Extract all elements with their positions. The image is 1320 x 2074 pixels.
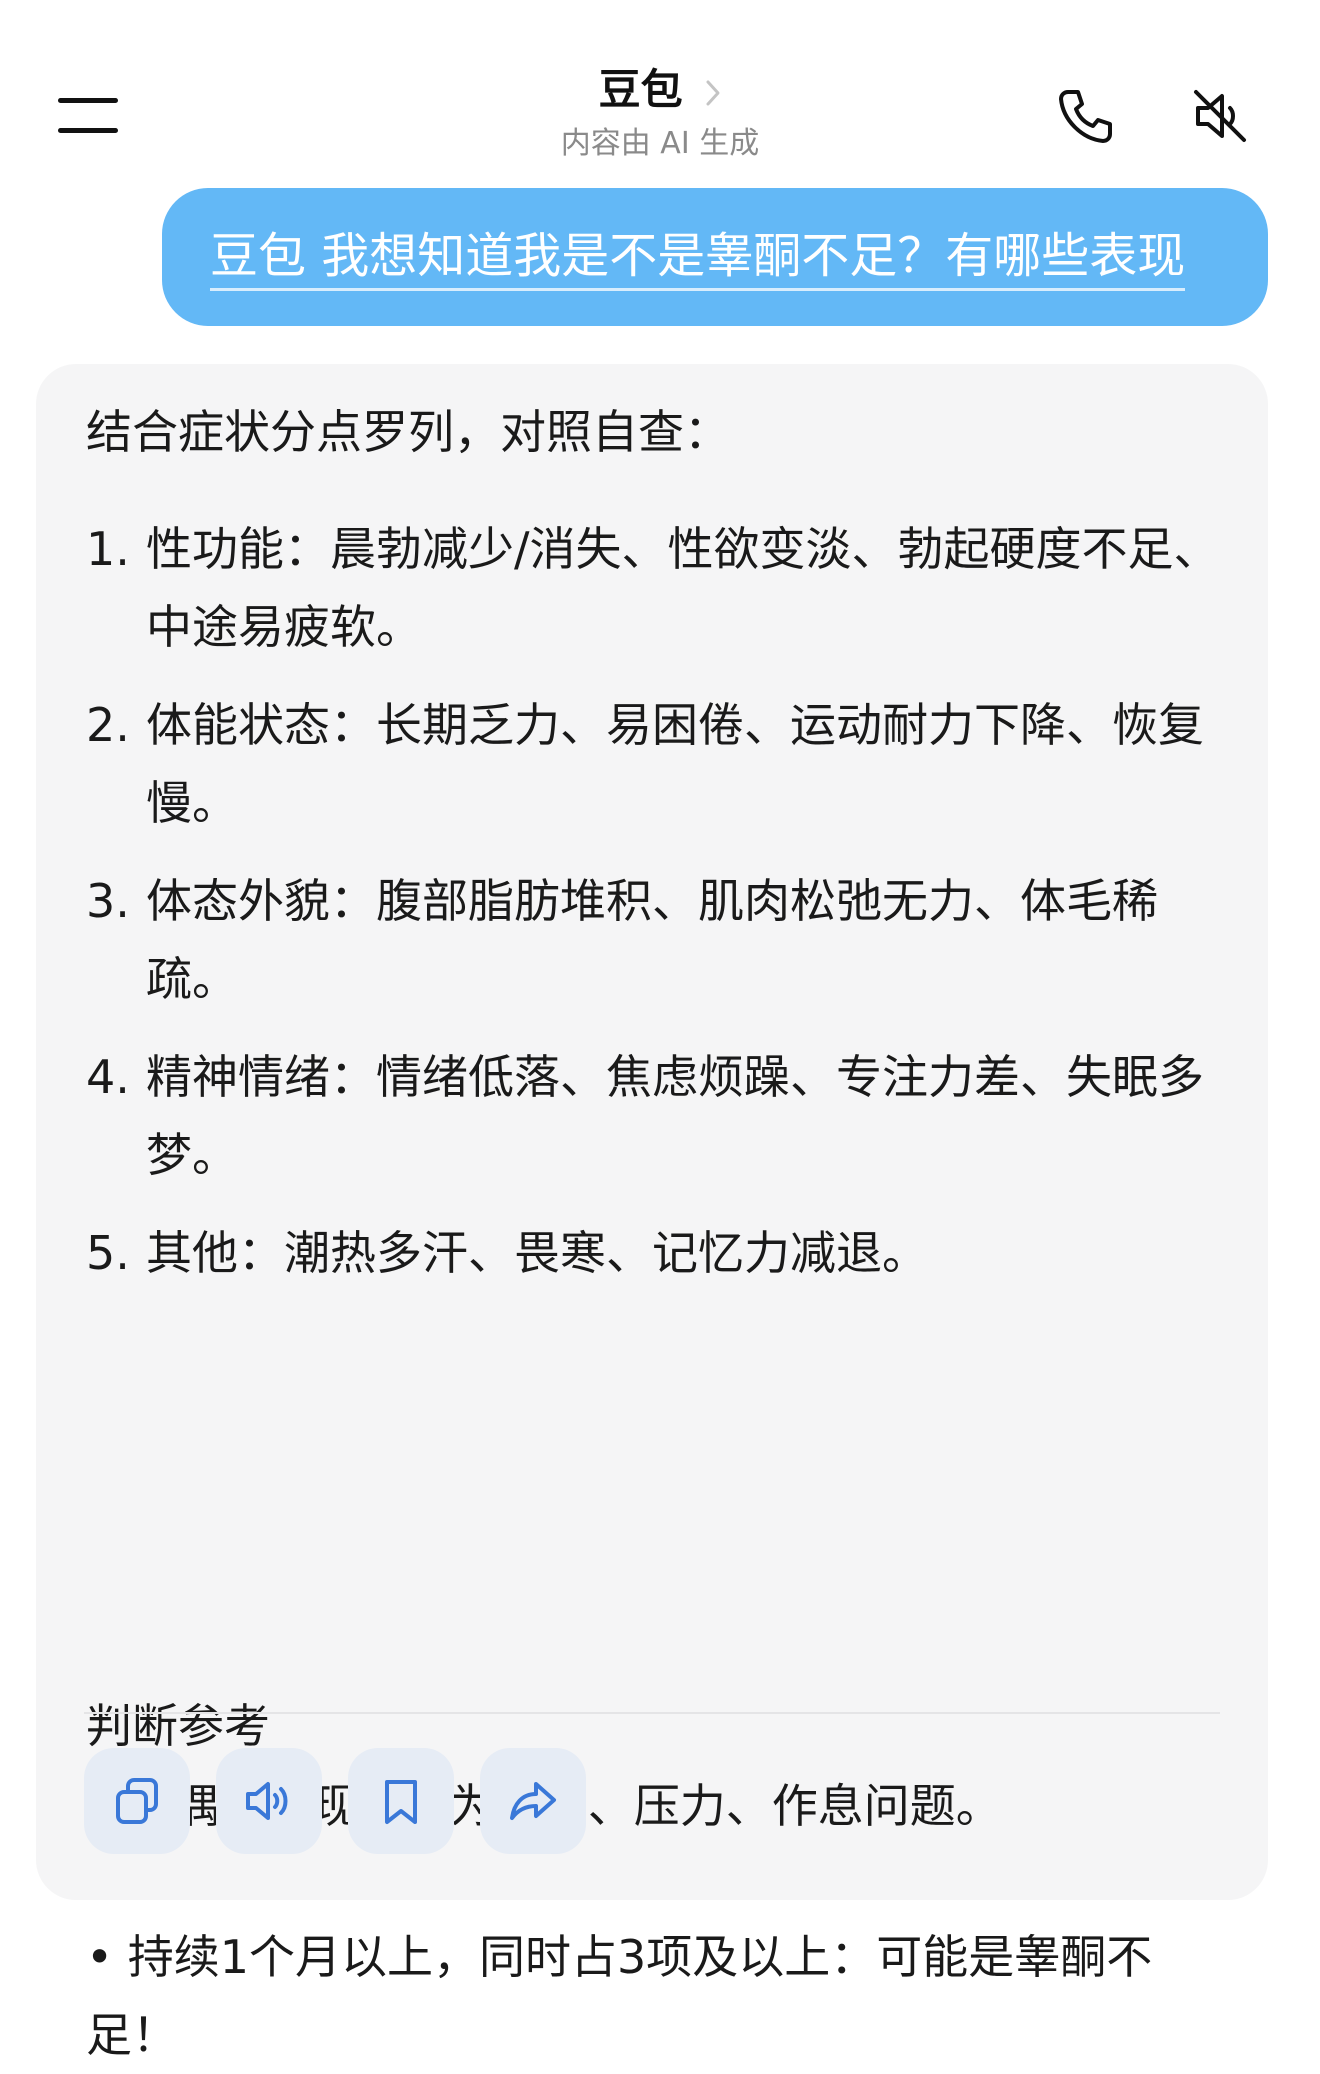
speaker-icon (246, 1782, 288, 1820)
bookmark-icon (385, 1780, 417, 1824)
chevron-right-icon (706, 80, 720, 105)
read-aloud-button[interactable] (216, 1748, 322, 1854)
list-item-number: 4. (86, 1050, 130, 1104)
share-icon (510, 1782, 556, 1820)
user-message-bubble[interactable]: 豆包 我想知道我是不是睾酮不足？有哪些表现 (162, 188, 1268, 326)
chat-title-text: 豆包 (598, 65, 683, 114)
list-item: 1. 性功能：晨勃减少/消失、性欲变淡、勃起硬度不足、中途易疲软。 (86, 510, 1266, 666)
speaker-mute-icon[interactable] (1188, 84, 1252, 148)
list-item-number: 1. (86, 522, 130, 576)
phone-icon[interactable] (1054, 84, 1118, 148)
list-item: 5. 其他：潮热多汗、畏寒、记忆力减退。 (86, 1214, 1266, 1292)
list-item-text: 性功能：晨勃减少/消失、性欲变淡、勃起硬度不足、中途易疲软。 (146, 522, 1220, 654)
actions-divider (84, 1712, 1220, 1714)
chat-header: 豆包 内容由 AI 生成 (0, 0, 1320, 180)
chat-title[interactable]: 豆包 (0, 62, 1320, 118)
list-item-number: 3. (86, 874, 130, 928)
list-item-text: 精神情绪：情绪低落、焦虑烦躁、专注力差、失眠多梦。 (146, 1050, 1204, 1182)
copy-icon (116, 1778, 158, 1824)
reply-intro: 结合症状分点罗列，对照自查： (86, 405, 730, 459)
symptom-list: 1. 性功能：晨勃减少/消失、性欲变淡、勃起硬度不足、中途易疲软。 2. 体能状… (86, 510, 1266, 1312)
ai-reply-card: 结合症状分点罗列，对照自查： 1. 性功能：晨勃减少/消失、性欲变淡、勃起硬度不… (36, 364, 1268, 2062)
list-item-text: 体能状态：长期乏力、易困倦、运动耐力下降、恢复慢。 (146, 698, 1204, 830)
list-item-text: 体态外貌：腹部脂肪堆积、肌肉松弛无力、体毛稀疏。 (146, 874, 1158, 1006)
list-item: 2. 体能状态：长期乏力、易困倦、运动耐力下降、恢复慢。 (86, 686, 1266, 842)
share-button[interactable] (480, 1748, 586, 1854)
list-item: 4. 精神情绪：情绪低落、焦虑烦躁、专注力差、失眠多梦。 (86, 1038, 1266, 1194)
ai-generated-note: 内容由 AI 生成 (560, 126, 760, 161)
copy-button[interactable] (84, 1748, 190, 1854)
list-item-number: 5. (86, 1226, 130, 1280)
list-item: 3. 体态外貌：腹部脂肪堆积、肌肉松弛无力、体毛稀疏。 (86, 862, 1266, 1018)
user-message-text: 豆包 我想知道我是不是睾酮不足？有哪些表现 (210, 226, 1186, 291)
reference-bullet: • 持续1个月以上，同时占3项及以上：可能是睾酮不足！ (86, 1930, 1153, 2062)
list-item-text: 其他：潮热多汗、畏寒、记忆力减退。 (146, 1226, 928, 1280)
bookmark-button[interactable] (348, 1748, 454, 1854)
list-item-number: 2. (86, 698, 130, 752)
